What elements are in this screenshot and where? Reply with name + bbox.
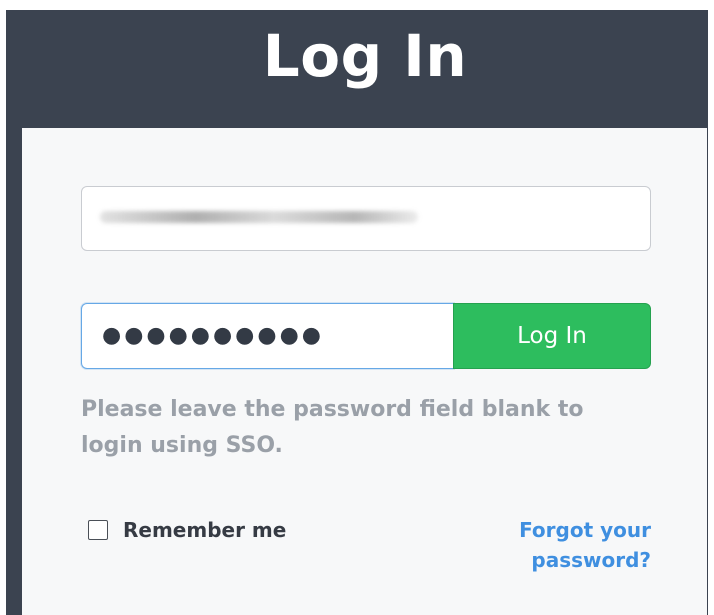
forgot-password-link[interactable]: Forgot your password? (401, 515, 651, 575)
remember-me-checkbox[interactable] (88, 520, 108, 540)
page-title: Log In (262, 22, 468, 90)
email-field[interactable] (81, 186, 651, 251)
remember-me-control[interactable]: Remember me (88, 515, 286, 545)
email-value-obscured (100, 211, 418, 223)
remember-me-label: Remember me (123, 518, 287, 542)
sso-hint-text: Please leave the password field blank to… (81, 397, 584, 458)
password-field[interactable]: ●●●●●●●●●● (81, 303, 454, 369)
login-button[interactable]: Log In (453, 303, 651, 369)
